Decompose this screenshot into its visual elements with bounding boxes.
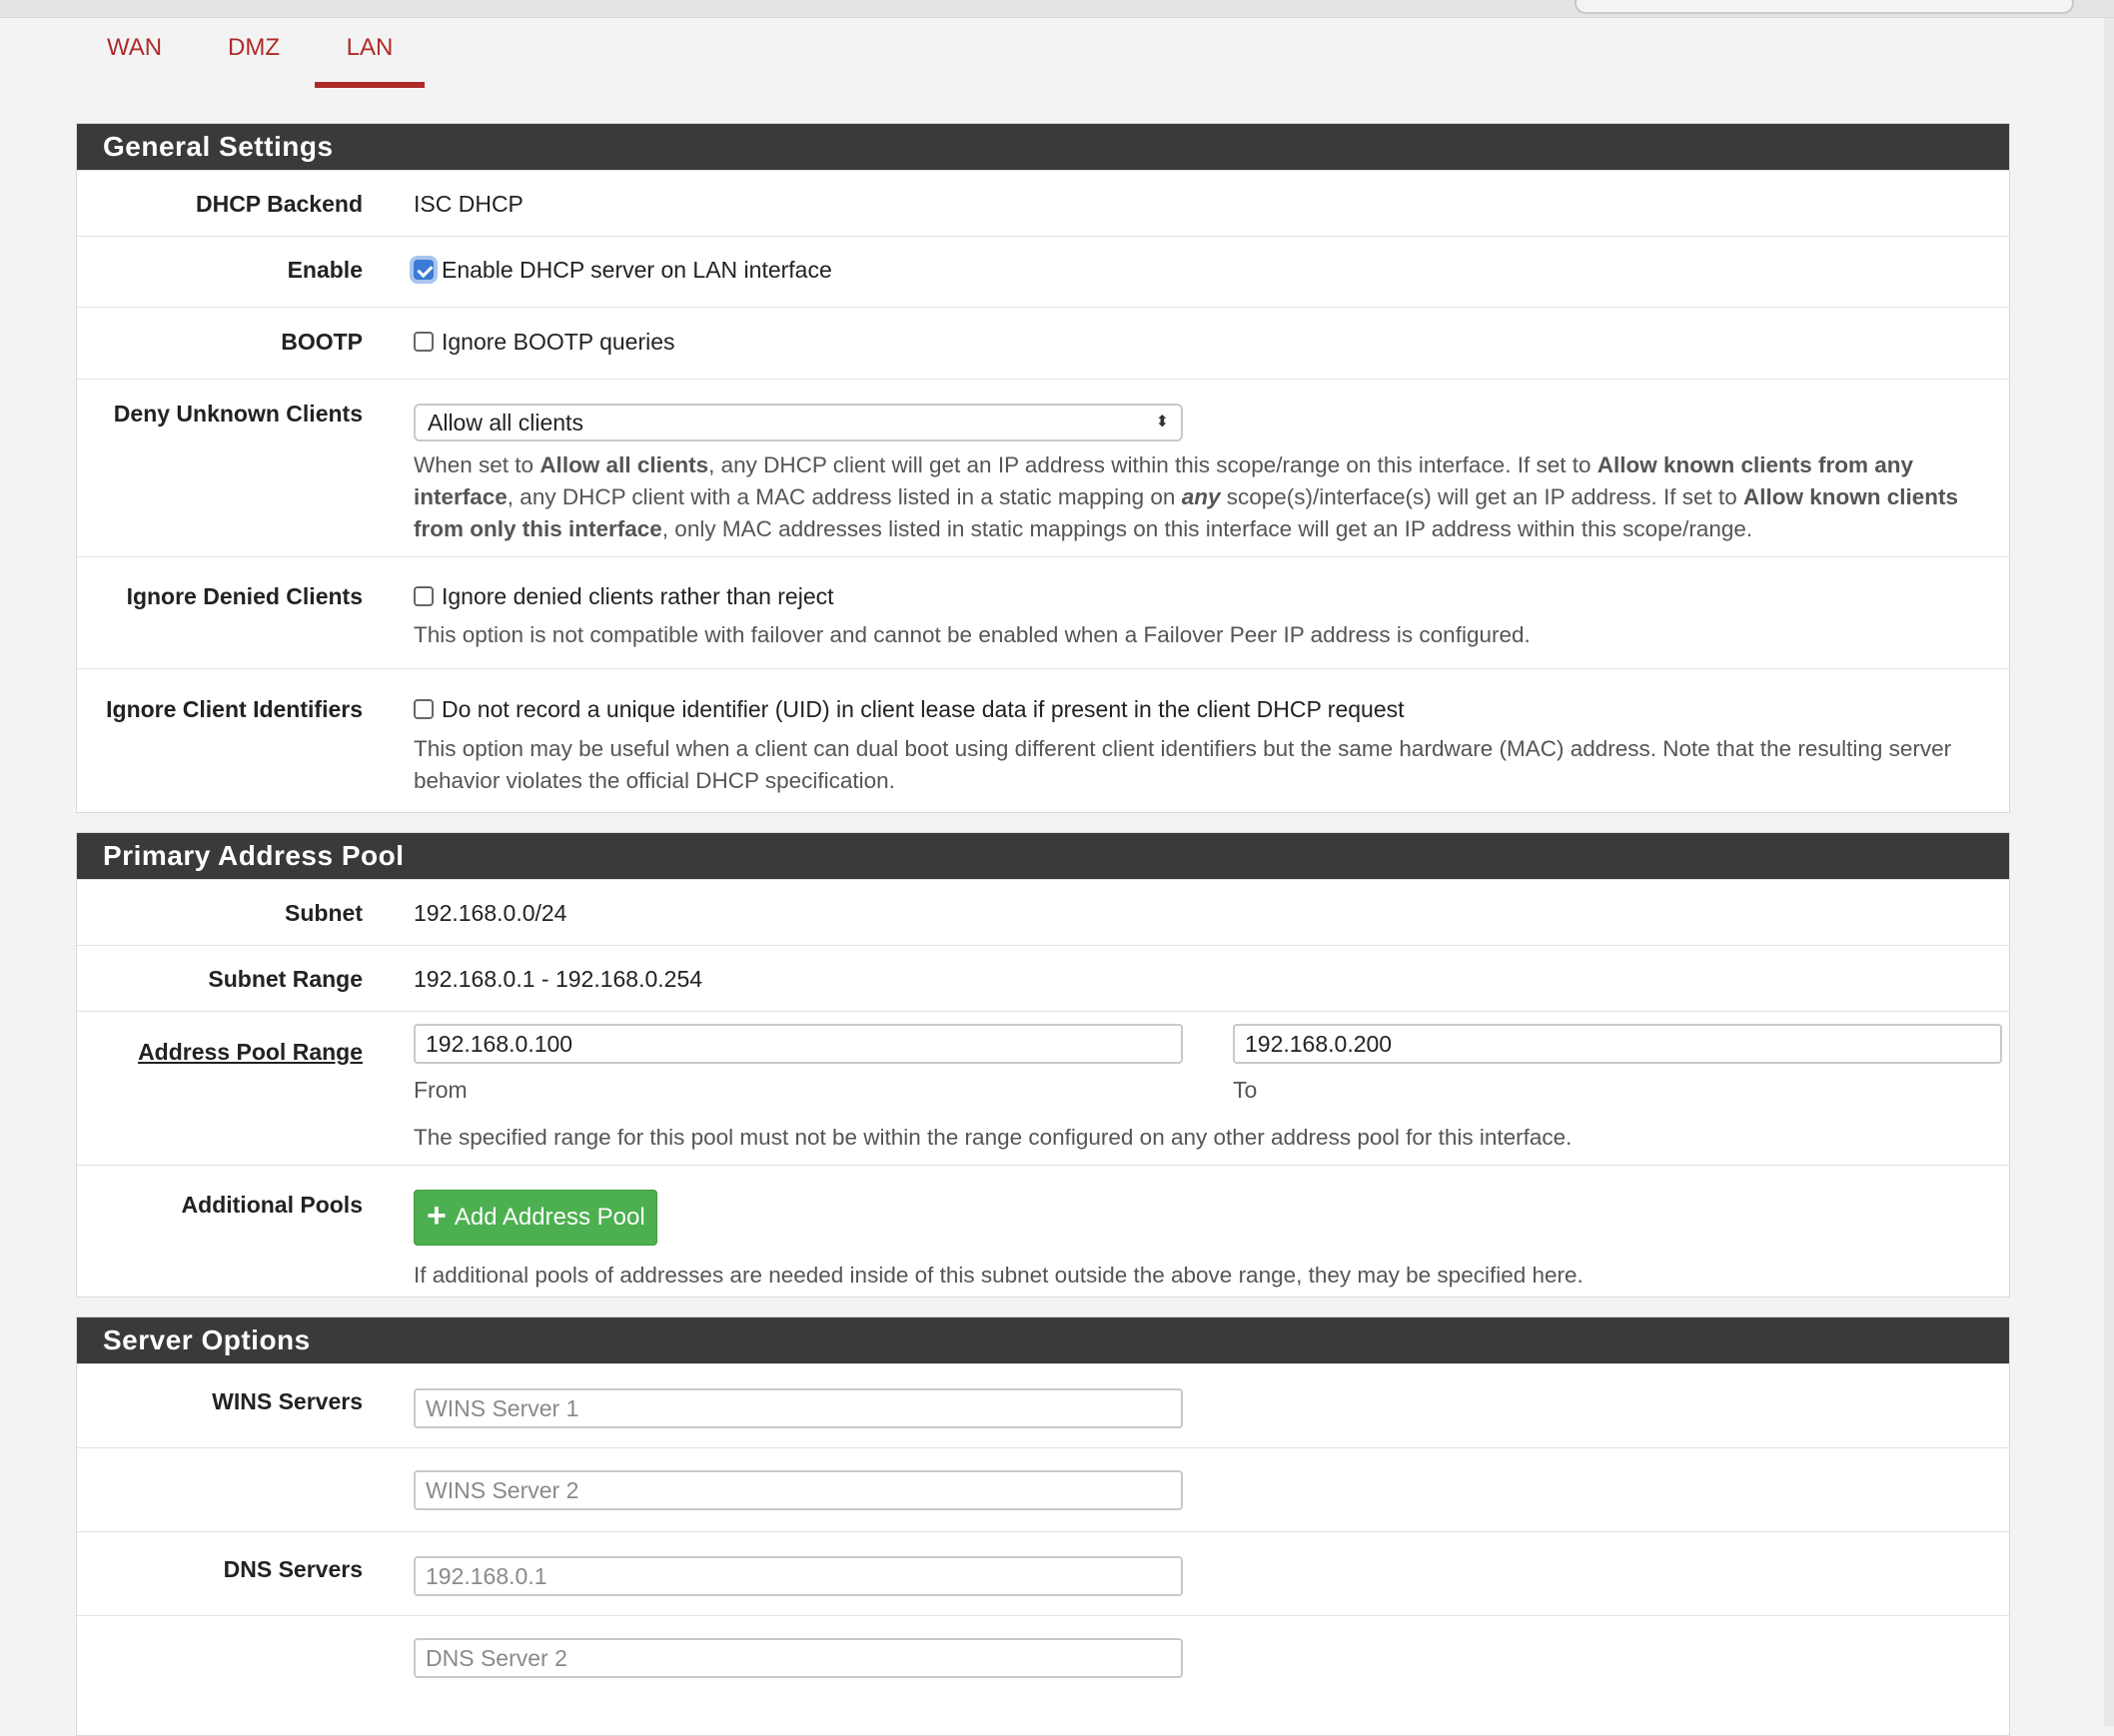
deny-unknown-help: When set to Allow all clients, any DHCP … bbox=[414, 452, 1959, 541]
ignore-client-ids-checkbox[interactable] bbox=[414, 698, 434, 719]
panel-title: Primary Address Pool bbox=[77, 833, 2009, 879]
ignore-denied-checkbox[interactable] bbox=[414, 585, 434, 606]
range-from-label: From bbox=[414, 1077, 468, 1103]
bootp-row: BOOTP Ignore BOOTP queries bbox=[77, 307, 2009, 379]
address-pool-range-label[interactable]: Address Pool Range bbox=[77, 1039, 363, 1066]
panel-title: General Settings bbox=[77, 124, 2009, 170]
range-from-input[interactable]: 192.168.0.100 bbox=[414, 1024, 1183, 1064]
enable-text: Enable DHCP server on LAN interface bbox=[442, 257, 832, 283]
dhcp-backend-value: ISC DHCP bbox=[414, 191, 524, 217]
additional-pools-help: If additional pools of addresses are nee… bbox=[414, 1263, 1584, 1288]
subnet-row: Subnet 192.168.0.0/24 bbox=[77, 879, 2009, 945]
wins-servers-label: WINS Servers bbox=[212, 1388, 363, 1414]
tab-dmz[interactable]: DMZ bbox=[228, 30, 280, 88]
select-arrows-icon: ⬍ bbox=[1155, 414, 1169, 431]
tab-wan[interactable]: WAN bbox=[107, 30, 162, 88]
dns-server-2-input[interactable]: DNS Server 2 bbox=[414, 1638, 1183, 1678]
enable-row: Enable Enable DHCP server on LAN interfa… bbox=[77, 236, 2009, 307]
ignore-denied-text: Ignore denied clients rather than reject bbox=[442, 583, 834, 609]
dns-server-1-row: DNS Servers 192.168.0.1 bbox=[77, 1531, 2009, 1615]
enable-label: Enable bbox=[287, 257, 363, 283]
additional-pools-row: Additional Pools + Add Address Pool If ad… bbox=[77, 1165, 2009, 1297]
ignore-client-ids-help: This option may be useful when a client … bbox=[414, 736, 1952, 793]
subnet-label: Subnet bbox=[285, 900, 363, 926]
ignore-client-ids-row: Ignore Client Identifiers Do not record … bbox=[77, 668, 2009, 810]
wins-server-2-input[interactable]: WINS Server 2 bbox=[414, 1470, 1183, 1510]
general-settings-panel: General Settings DHCP Backend ISC DHCP E… bbox=[76, 123, 2010, 813]
ignore-denied-option: Ignore denied clients rather than reject bbox=[414, 583, 834, 610]
page-scrollbar[interactable] bbox=[2104, 18, 2114, 1726]
dns-servers-label: DNS Servers bbox=[223, 1556, 363, 1582]
wins-server-1-input[interactable]: WINS Server 1 bbox=[414, 1388, 1183, 1428]
subnet-range-row: Subnet Range 192.168.0.1 - 192.168.0.254 bbox=[77, 945, 2009, 1011]
range-to-input[interactable]: 192.168.0.200 bbox=[1233, 1024, 2002, 1064]
wins-server-2-row: WINS Server 2 bbox=[77, 1447, 2009, 1531]
dns-server-2-row: DNS Server 2 bbox=[77, 1615, 2009, 1699]
panel-title: Server Options bbox=[77, 1317, 2009, 1363]
bootp-label: BOOTP bbox=[281, 329, 363, 355]
bootp-text: Ignore BOOTP queries bbox=[442, 329, 675, 355]
ignore-denied-help: This option is not compatible with failo… bbox=[414, 622, 1531, 647]
address-pool-range-row: Address Pool Range 192.168.0.100 From 19… bbox=[77, 1011, 2009, 1165]
address-pool-range-help: The specified range for this pool must n… bbox=[414, 1125, 1573, 1150]
browser-search-pill[interactable] bbox=[1575, 0, 2074, 14]
subnet-range-value: 192.168.0.1 - 192.168.0.254 bbox=[414, 966, 703, 992]
ignore-client-ids-option: Do not record a unique identifier (UID) … bbox=[414, 696, 1405, 723]
wins-server-1-row: WINS Servers WINS Server 1 bbox=[77, 1363, 2009, 1447]
enable-checkbox[interactable] bbox=[414, 259, 434, 280]
deny-unknown-label: Deny Unknown Clients bbox=[113, 401, 363, 427]
add-address-pool-button[interactable]: + Add Address Pool bbox=[414, 1190, 657, 1246]
server-options-panel: Server Options WINS Servers WINS Server … bbox=[76, 1316, 2010, 1736]
browser-top-strip bbox=[0, 0, 2114, 18]
dhcp-backend-row: DHCP Backend ISC DHCP bbox=[77, 170, 2009, 236]
add-address-pool-label: Add Address Pool bbox=[454, 1204, 645, 1231]
tab-lan[interactable]: LAN bbox=[315, 30, 425, 88]
ignore-client-ids-text: Do not record a unique identifier (UID) … bbox=[442, 696, 1405, 722]
enable-option: Enable DHCP server on LAN interface bbox=[414, 257, 832, 284]
ignore-denied-row: Ignore Denied Clients Ignore denied clie… bbox=[77, 556, 2009, 668]
range-to-label: To bbox=[1233, 1077, 1258, 1103]
ignore-denied-label: Ignore Denied Clients bbox=[126, 583, 363, 609]
primary-address-pool-panel: Primary Address Pool Subnet 192.168.0.0/… bbox=[76, 832, 2010, 1298]
deny-unknown-selected: Allow all clients bbox=[428, 410, 583, 435]
subnet-range-label: Subnet Range bbox=[208, 966, 363, 992]
plus-icon: + bbox=[427, 1196, 447, 1235]
bootp-checkbox[interactable] bbox=[414, 331, 434, 352]
additional-pools-label: Additional Pools bbox=[181, 1192, 363, 1218]
deny-unknown-row: Deny Unknown Clients Allow all clients ⬍… bbox=[77, 379, 2009, 556]
dhcp-backend-label: DHCP Backend bbox=[195, 191, 363, 217]
deny-unknown-select[interactable]: Allow all clients ⬍ bbox=[414, 404, 1183, 441]
ignore-client-ids-label: Ignore Client Identifiers bbox=[106, 696, 363, 722]
bootp-option: Ignore BOOTP queries bbox=[414, 329, 675, 356]
subnet-value: 192.168.0.0/24 bbox=[414, 900, 567, 926]
dns-server-1-input[interactable]: 192.168.0.1 bbox=[414, 1556, 1183, 1596]
